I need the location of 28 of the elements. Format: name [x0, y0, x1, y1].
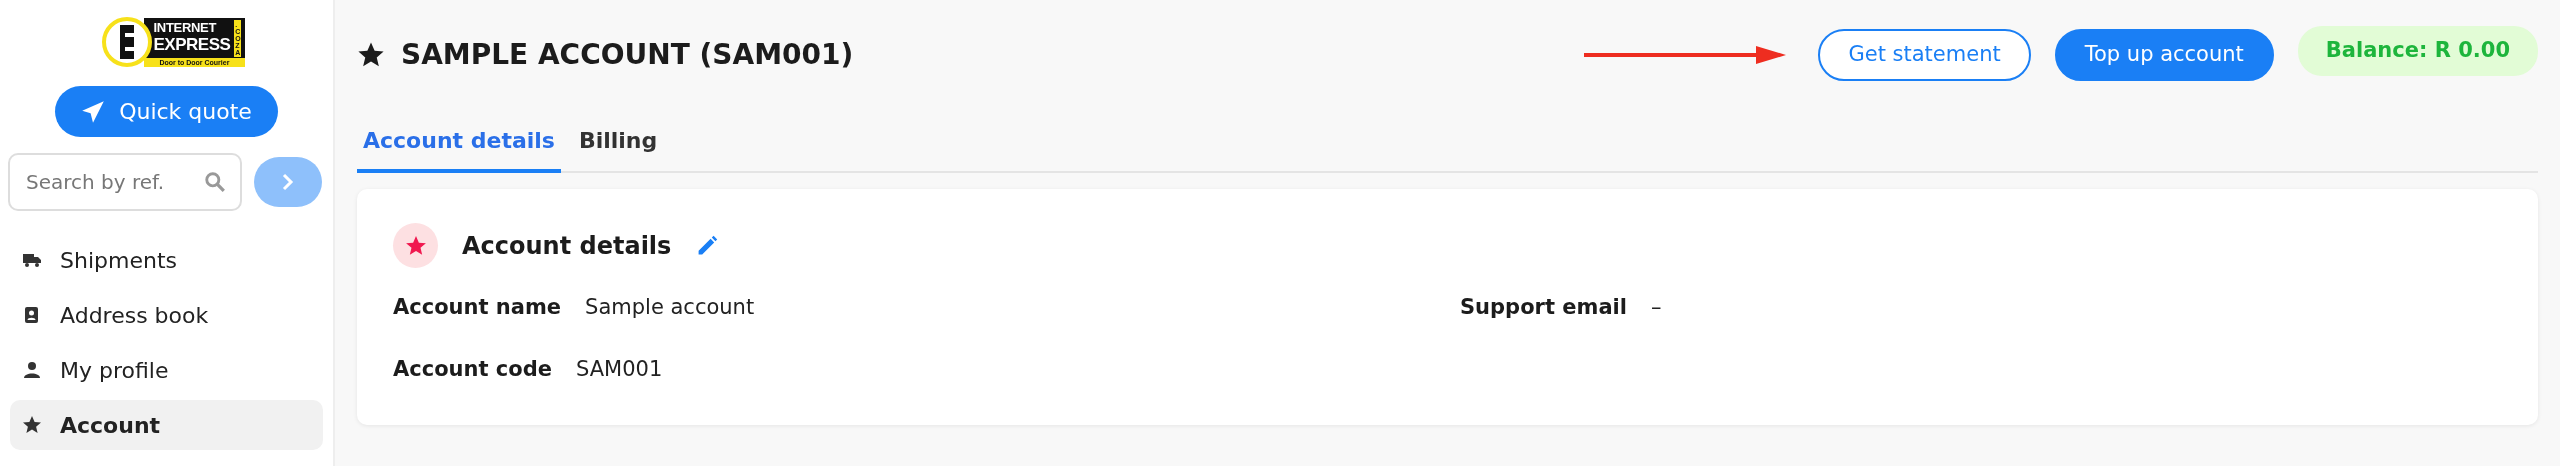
- chevron-right-icon: [281, 172, 295, 192]
- get-statement-button[interactable]: Get statement: [1818, 29, 2031, 81]
- sidebar-item[interactable]: Address book: [10, 290, 323, 340]
- person-icon: [22, 360, 42, 380]
- card-title: Account details: [462, 230, 672, 262]
- field-value: –: [1650, 294, 1662, 321]
- top-up-button[interactable]: Top up account: [2054, 29, 2274, 81]
- star-icon: [357, 41, 385, 69]
- go-button[interactable]: [254, 157, 322, 207]
- tab[interactable]: Billing: [572, 110, 664, 173]
- logo-text: INTERNET: [153, 19, 218, 35]
- search-icon: [204, 171, 226, 193]
- page-title: SAMPLE ACCOUNT (SAM001): [401, 38, 854, 72]
- send-icon: [81, 99, 106, 124]
- logo-text: EXPRESS: [153, 34, 231, 55]
- balance-badge: Balance: R 0.00: [2297, 26, 2538, 76]
- field-label: Account code: [393, 355, 552, 383]
- quick-quote-button[interactable]: Quick quote: [55, 86, 278, 137]
- sidebar-item[interactable]: Account: [10, 400, 323, 450]
- sidebar-item[interactable]: Shipments: [10, 235, 323, 285]
- field-value: SAM001: [576, 355, 663, 383]
- field-value: Sample account: [585, 294, 755, 321]
- star-icon: [22, 415, 42, 435]
- tab[interactable]: Account details: [357, 110, 561, 173]
- field-label: Account name: [393, 294, 562, 321]
- sidebar-item[interactable]: My profile: [10, 345, 323, 395]
- field-label: Support email: [1460, 294, 1627, 321]
- search-field[interactable]: Search by ref.: [8, 153, 242, 211]
